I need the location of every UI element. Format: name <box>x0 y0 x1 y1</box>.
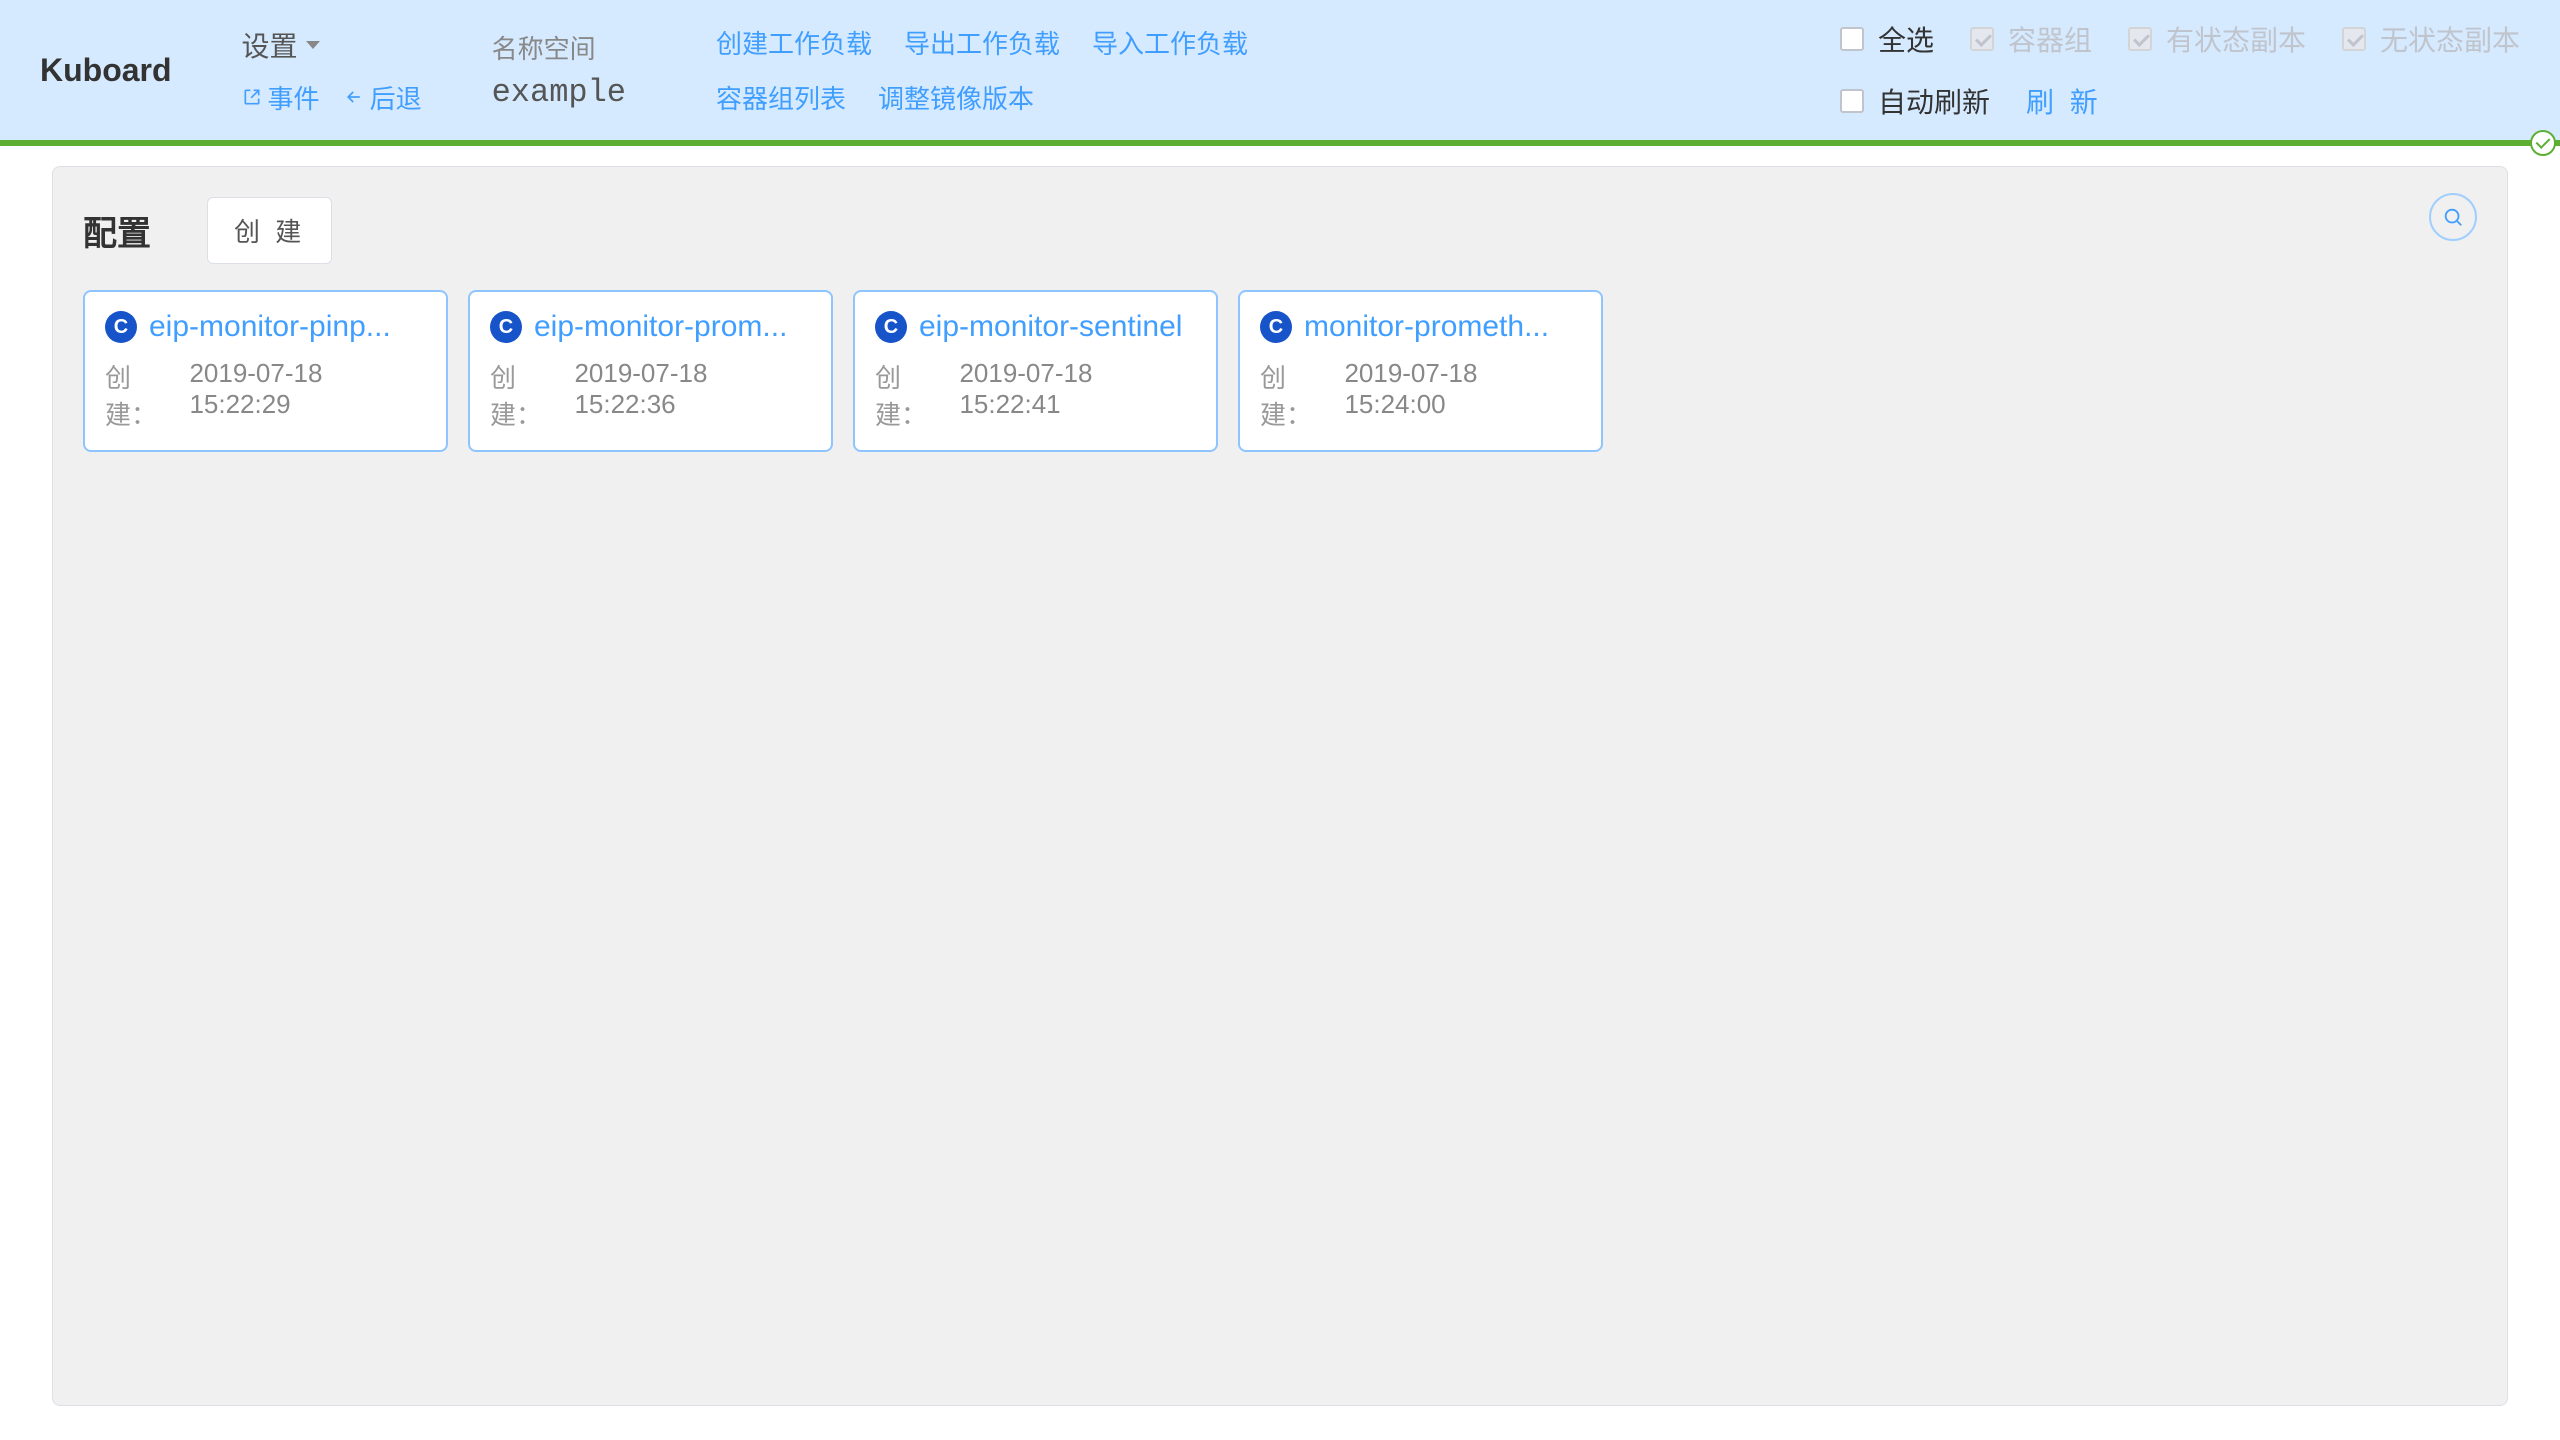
config-card[interactable]: C monitor-prometh... 创建： 2019-07-18 15:2… <box>1238 290 1603 452</box>
config-card[interactable]: C eip-monitor-sentinel 创建： 2019-07-18 15… <box>853 290 1218 452</box>
card-badge-icon: C <box>875 311 907 343</box>
header-right: 全选 容器组 有状态副本 无状态副本 自动刷新 刷 新 <box>1840 19 2520 121</box>
card-badge-icon: C <box>105 311 137 343</box>
select-all-checkbox-group[interactable]: 全选 <box>1840 19 1934 59</box>
arrow-left-icon <box>344 87 364 107</box>
settings-dropdown[interactable]: 设置 <box>242 25 422 65</box>
panel-title: 配置 <box>83 206 151 255</box>
back-label: 后退 <box>370 79 422 116</box>
namespace-label: 名称空间 <box>492 29 626 66</box>
progress-bar <box>0 140 2560 146</box>
check-circle-icon <box>2530 130 2556 156</box>
filter-row-2: 自动刷新 刷 新 <box>1840 81 2520 121</box>
card-badge-icon: C <box>490 311 522 343</box>
select-all-label: 全选 <box>1878 19 1934 59</box>
card-created-value: 2019-07-18 15:22:29 <box>189 358 426 432</box>
filter-row-1: 全选 容器组 有状态副本 无状态副本 <box>1840 19 2520 59</box>
create-button[interactable]: 创 建 <box>207 197 332 264</box>
search-icon <box>2442 206 2464 228</box>
import-workload-link[interactable]: 导入工作负载 <box>1092 24 1248 61</box>
stateful-checkbox <box>2128 27 2152 51</box>
refresh-link[interactable]: 刷 新 <box>2026 81 2102 121</box>
stateless-checkbox-group: 无状态副本 <box>2342 19 2520 59</box>
card-title: eip-monitor-prom... <box>534 310 787 344</box>
card-created-value: 2019-07-18 15:22:41 <box>959 358 1196 432</box>
stateful-label: 有状态副本 <box>2166 19 2306 59</box>
stateless-label: 无状态副本 <box>2380 19 2520 59</box>
card-created-label: 创建： <box>490 358 566 432</box>
card-title-row: C monitor-prometh... <box>1260 310 1581 344</box>
panel-header: 配置 创 建 <box>83 197 2477 264</box>
header-left: 设置 事件 后退 <box>242 25 422 116</box>
back-link[interactable]: 后退 <box>344 79 422 116</box>
main-panel: 配置 创 建 C eip-monitor-pinp... 创建： 2019-07… <box>52 166 2508 1406</box>
card-created-label: 创建： <box>875 358 951 432</box>
auto-refresh-checkbox-group[interactable]: 自动刷新 <box>1840 81 1990 121</box>
container-list-link[interactable]: 容器组列表 <box>716 79 846 116</box>
stateful-checkbox-group: 有状态副本 <box>2128 19 2306 59</box>
card-meta: 创建： 2019-07-18 15:22:36 <box>490 358 811 432</box>
auto-refresh-label: 自动刷新 <box>1878 81 1990 121</box>
card-created-value: 2019-07-18 15:22:36 <box>574 358 811 432</box>
action-row-2: 容器组列表 调整镜像版本 <box>716 79 1248 116</box>
card-title-row: C eip-monitor-pinp... <box>105 310 426 344</box>
chevron-down-icon <box>306 41 320 49</box>
container-group-label: 容器组 <box>2008 19 2092 59</box>
card-created-label: 创建： <box>1260 358 1336 432</box>
card-title-row: C eip-monitor-prom... <box>490 310 811 344</box>
card-badge-icon: C <box>1260 311 1292 343</box>
stateless-checkbox <box>2342 27 2366 51</box>
card-title: monitor-prometh... <box>1304 310 1549 344</box>
select-all-checkbox[interactable] <box>1840 27 1864 51</box>
export-workload-link[interactable]: 导出工作负载 <box>904 24 1060 61</box>
external-link-icon <box>242 87 262 107</box>
auto-refresh-checkbox[interactable] <box>1840 89 1864 113</box>
config-card[interactable]: C eip-monitor-prom... 创建： 2019-07-18 15:… <box>468 290 833 452</box>
create-workload-link[interactable]: 创建工作负载 <box>716 24 872 61</box>
card-meta: 创建： 2019-07-18 15:22:29 <box>105 358 426 432</box>
cards-row: C eip-monitor-pinp... 创建： 2019-07-18 15:… <box>83 290 2477 452</box>
card-meta: 创建： 2019-07-18 15:22:41 <box>875 358 1196 432</box>
config-card[interactable]: C eip-monitor-pinp... 创建： 2019-07-18 15:… <box>83 290 448 452</box>
events-link[interactable]: 事件 <box>242 79 320 116</box>
header: Kuboard 设置 事件 后退 名称空间 example <box>0 0 2560 140</box>
events-label: 事件 <box>268 79 320 116</box>
header-sublinks: 事件 后退 <box>242 79 422 116</box>
container-group-checkbox <box>1970 27 1994 51</box>
card-title: eip-monitor-pinp... <box>149 310 391 344</box>
card-title: eip-monitor-sentinel <box>919 310 1182 344</box>
action-links: 创建工作负载 导出工作负载 导入工作负载 容器组列表 调整镜像版本 <box>716 24 1248 116</box>
card-created-value: 2019-07-18 15:24:00 <box>1344 358 1581 432</box>
settings-label: 设置 <box>242 25 298 65</box>
logo[interactable]: Kuboard <box>40 52 172 89</box>
namespace-section: 名称空间 example <box>492 29 626 111</box>
container-group-checkbox-group: 容器组 <box>1970 19 2092 59</box>
namespace-value: example <box>492 74 626 111</box>
adjust-image-link[interactable]: 调整镜像版本 <box>878 79 1034 116</box>
search-button[interactable] <box>2429 193 2477 241</box>
card-title-row: C eip-monitor-sentinel <box>875 310 1196 344</box>
card-meta: 创建： 2019-07-18 15:24:00 <box>1260 358 1581 432</box>
action-row-1: 创建工作负载 导出工作负载 导入工作负载 <box>716 24 1248 61</box>
card-created-label: 创建： <box>105 358 181 432</box>
